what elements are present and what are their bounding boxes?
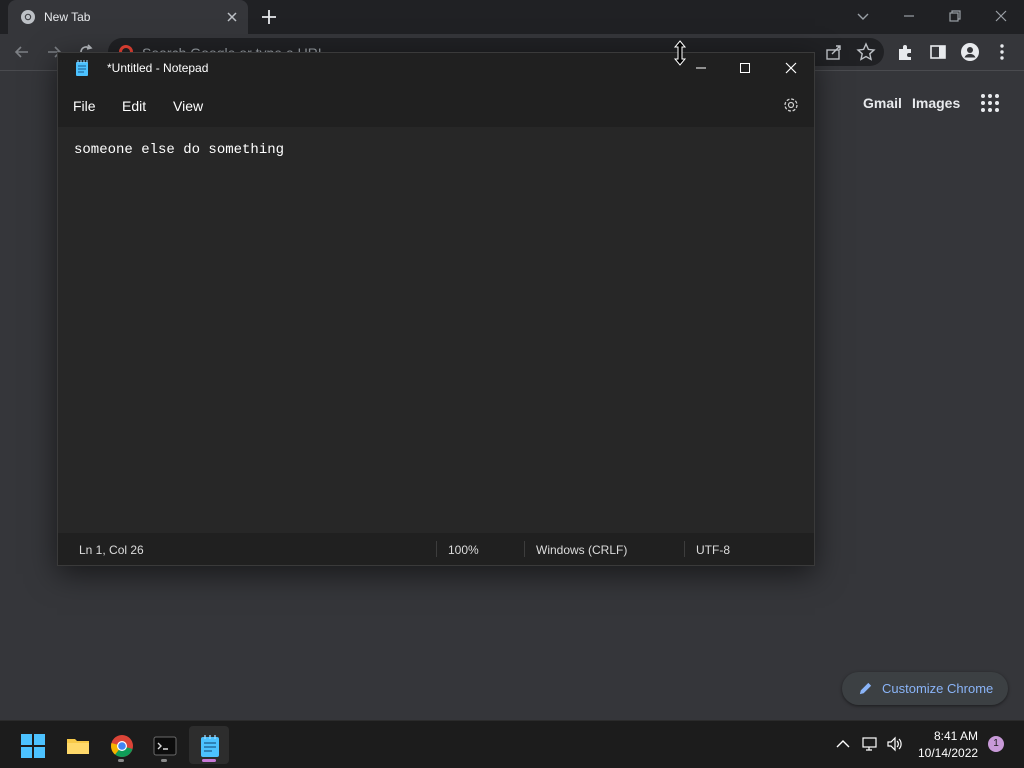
images-link[interactable]: Images [912, 95, 960, 111]
maximize-icon[interactable] [735, 58, 755, 78]
customize-chrome-button[interactable]: Customize Chrome [842, 672, 1008, 705]
notepad-content: someone else do something [74, 142, 285, 158]
resize-cursor-icon [673, 40, 687, 66]
notepad-titlebar[interactable]: *Untitled - Notepad [58, 53, 814, 83]
chrome-icon [111, 735, 133, 757]
status-zoom: 100% [448, 543, 479, 557]
settings-gear-icon[interactable] [782, 96, 800, 114]
taskbar-chrome[interactable] [101, 726, 141, 764]
notepad-window: *Untitled - Notepad File Edit View someo… [57, 52, 815, 566]
status-divider [524, 541, 525, 557]
restore-icon[interactable] [945, 6, 965, 26]
active-indicator [202, 759, 216, 762]
close-icon[interactable] [224, 9, 240, 25]
minimize-icon[interactable] [899, 6, 919, 26]
notepad-menubar: File Edit View [58, 83, 814, 127]
gmail-link[interactable]: Gmail [863, 95, 902, 111]
speaker-icon[interactable] [886, 735, 904, 753]
taskbar-terminal[interactable] [144, 726, 184, 764]
menu-edit[interactable]: Edit [122, 98, 146, 114]
pencil-icon [859, 682, 872, 695]
close-icon[interactable] [991, 6, 1011, 26]
status-divider [436, 541, 437, 557]
status-encoding: UTF-8 [696, 543, 730, 557]
menu-file[interactable]: File [73, 98, 96, 114]
close-icon[interactable] [781, 58, 801, 78]
chevron-down-icon[interactable] [853, 6, 873, 26]
status-divider [684, 541, 685, 557]
chrome-tabstrip: New Tab [0, 0, 1024, 34]
taskbar-start-button[interactable] [12, 726, 52, 764]
side-panel-icon[interactable] [928, 42, 948, 62]
profile-icon[interactable] [960, 42, 980, 62]
taskbar-file-explorer[interactable] [57, 726, 97, 764]
notepad-statusbar: Ln 1, Col 26 100% Windows (CRLF) UTF-8 [58, 533, 814, 565]
clock-date[interactable]: 10/14/2022 [918, 746, 978, 760]
taskbar-notepad[interactable] [189, 726, 229, 764]
menu-view[interactable]: View [173, 98, 203, 114]
tab-new-tab[interactable]: New Tab [8, 0, 248, 34]
chrome-favicon [21, 10, 35, 24]
kebab-menu-icon[interactable] [992, 42, 1012, 62]
terminal-icon [153, 736, 177, 756]
back-arrow-icon[interactable] [12, 42, 32, 62]
windows-logo-icon [21, 734, 45, 758]
star-icon[interactable] [856, 42, 876, 62]
notepad-icon [76, 60, 88, 76]
notepad-icon [201, 735, 219, 757]
apps-grid-icon[interactable] [980, 93, 1000, 113]
status-line-ending: Windows (CRLF) [536, 543, 628, 557]
folder-icon [67, 739, 89, 754]
minimize-icon[interactable] [691, 58, 711, 78]
network-icon[interactable] [861, 735, 879, 753]
running-indicator [118, 759, 124, 762]
running-indicator [161, 759, 167, 762]
notification-badge[interactable]: 1 [988, 736, 1004, 752]
status-cursor-position: Ln 1, Col 26 [79, 543, 144, 557]
tab-title: New Tab [44, 10, 91, 24]
notepad-text-area[interactable]: someone else do something [58, 127, 814, 533]
customize-chrome-label: Customize Chrome [882, 681, 994, 696]
notepad-title: *Untitled - Notepad [107, 61, 209, 75]
clock-time[interactable]: 8:41 AM [934, 729, 978, 743]
chevron-up-icon[interactable] [834, 735, 852, 753]
puzzle-icon[interactable] [896, 42, 916, 62]
plus-icon[interactable] [260, 8, 278, 26]
share-icon[interactable] [824, 42, 844, 62]
